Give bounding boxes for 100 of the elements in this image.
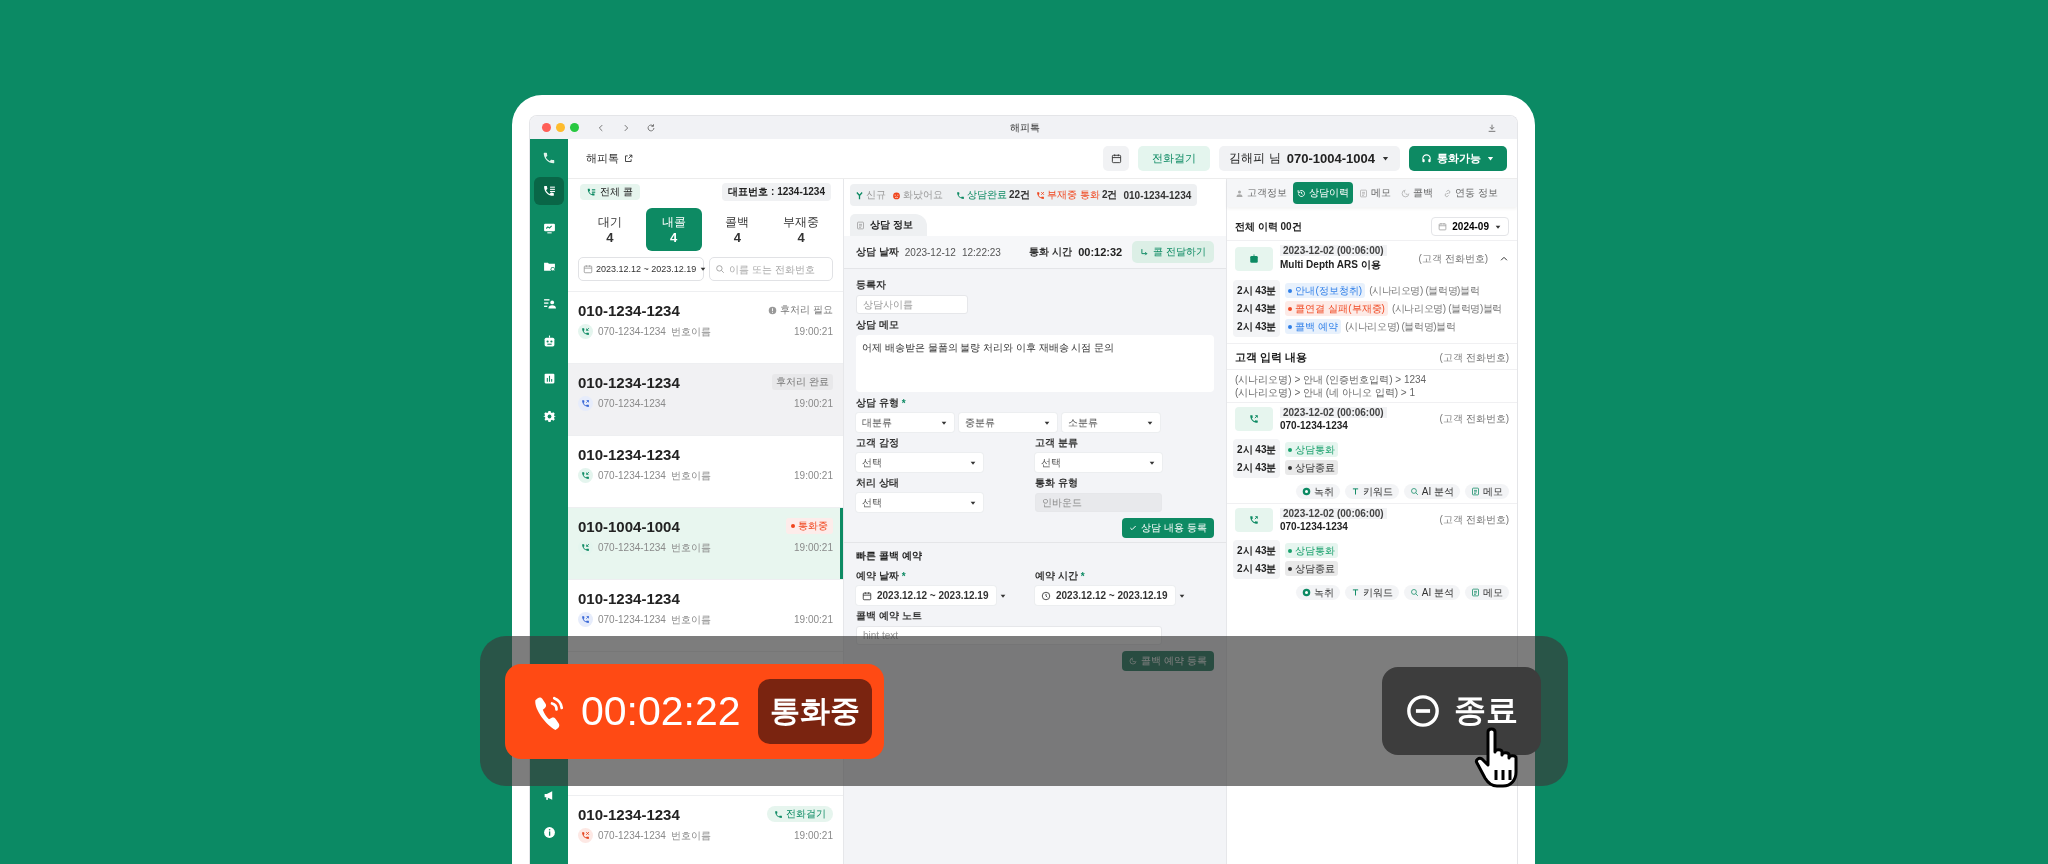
call-time: 19:00:21 (794, 542, 833, 553)
call-time: 19:00:21 (794, 398, 833, 409)
call-list-item[interactable]: 010-1234-1234 전화걸기 070-1234-1234 번호이름 19:00:21 (568, 795, 843, 864)
select-dropdown[interactable]: 선택 (1035, 453, 1162, 472)
step-time: 2시 43분 (1237, 320, 1277, 334)
input-path: (시나리오명) > 안내 (인증번호입력) > 1234 (1235, 373, 1428, 386)
date-chip: 2023-12-02 (00:06:00) (1280, 508, 1387, 519)
tab-count: 4 (733, 229, 741, 245)
search-field[interactable]: 이름 또는 전화번호 (709, 257, 833, 281)
call-tab[interactable]: 대기 4 (582, 208, 638, 251)
action-button[interactable]: 키워드 (1344, 585, 1399, 600)
action-button[interactable]: 메모 (1465, 585, 1509, 600)
customer-phone: (고객 전화번호) (1418, 251, 1488, 266)
date-range-dropdown[interactable]: 2023.12.12 ~ 2023.12.19 (578, 257, 704, 281)
step-badge: 상담통화 (1285, 543, 1339, 558)
select-dropdown[interactable]: 선택 (856, 493, 983, 512)
tag-label: 신규 (866, 188, 886, 202)
history-count: 전체 이력 00건 (1235, 219, 1302, 234)
line-name: 번호이름 (670, 540, 711, 555)
note-field[interactable]: hint text (856, 626, 1162, 645)
step-detail: (시나리오명) (블럭명)블럭 (1345, 319, 1456, 334)
field-label: 콜백 예약 노트 (856, 609, 923, 623)
date-chip: 2023-12-02 (00:06:00) (1280, 407, 1387, 418)
browser-title: 해피톡 (1009, 120, 1040, 135)
phone-number: 010-1234-1234 (578, 301, 680, 319)
select-dropdown[interactable]: 중분류 (959, 413, 1057, 432)
action-button[interactable]: 키워드 (1344, 484, 1399, 499)
select-dropdown[interactable]: 소분류 (1062, 413, 1160, 432)
select-dropdown[interactable]: 선택 (856, 453, 983, 472)
field-label: 등록자 (856, 278, 887, 292)
step-badge: 상담종료 (1285, 561, 1339, 576)
step-badge: 콜백 예약 (1285, 319, 1342, 334)
status-badge: 통화중 (786, 518, 833, 534)
action-button[interactable]: 메모 (1465, 484, 1509, 499)
registrant-field[interactable]: 상담사이름 (856, 295, 968, 314)
status-label: 후처리 필요 (768, 303, 833, 317)
tab-label: 콜백 (725, 214, 750, 230)
line-number: 070-1234-1234 (598, 830, 666, 841)
call-list-item[interactable]: 010-1234-1234 070-1234-1234 번호이름 19:00:21 (568, 579, 843, 651)
status-dropdown[interactable]: 통화가능 (1409, 146, 1507, 171)
call-tab[interactable]: 내콜 4 (645, 208, 702, 251)
call-list-item[interactable]: 010-1004-1004 통화중 070-1234-1234 번호이름 19:00:21 (568, 507, 843, 579)
call-tab[interactable]: 부재중 4 (773, 208, 829, 251)
end-call-button[interactable]: 종료 (1382, 667, 1541, 755)
action-button[interactable]: AI 분석 (1403, 484, 1460, 499)
call-time: 19:00:21 (794, 470, 833, 481)
month-dropdown[interactable]: 2024-09 (1431, 217, 1509, 236)
tag-label: 상담완료 (967, 188, 1007, 202)
history-tab[interactable]: 연동 정보 (1439, 182, 1502, 204)
phone-number: 010-1234-1234 (578, 589, 680, 607)
tag-count: 22건 (1009, 188, 1031, 202)
select-dropdown[interactable]: 대분류 (856, 413, 954, 432)
action-button[interactable]: 녹취 (1295, 585, 1340, 600)
history-tab[interactable]: 메모 (1355, 182, 1395, 204)
line-number: 070-1234-1234 (598, 398, 666, 409)
field-label: 상담 메모 (856, 318, 900, 332)
consult-time: 12:22:23 (961, 246, 1001, 258)
transfer-button[interactable]: 콜 전달하기 (1132, 241, 1214, 263)
consult-date: 2023-12-12 (904, 246, 956, 258)
step-badge: 상담통화 (1285, 442, 1339, 457)
field-label: 통화 시간 (1029, 245, 1073, 259)
section-title: 빠른 콜백 예약 (856, 549, 923, 563)
line-name: 번호이름 (670, 468, 711, 483)
panel-tab[interactable]: 상담 정보 (850, 214, 927, 236)
entry-title: 070-1234-1234 (1280, 420, 1348, 431)
step-time: 2시 43분 (1237, 443, 1277, 457)
call-timer: 00:02:22 (581, 687, 741, 735)
required-mark: * (901, 397, 906, 409)
history-tab[interactable]: 고객정보 (1231, 182, 1291, 204)
call-back-button[interactable]: 전화걸기 (767, 806, 833, 822)
memo-field[interactable]: 어제 배송받은 물품의 불량 처리와 이후 재배송 시점 문의 (856, 335, 1214, 392)
tab-label: 대기 (597, 214, 622, 230)
action-button[interactable]: 녹취 (1295, 484, 1340, 499)
field-label: 상담 날짜 (856, 245, 899, 259)
call-button[interactable]: 전화걸기 (1138, 146, 1211, 171)
tag-label: 010-1234-1234 (1123, 189, 1192, 201)
tab-count: 4 (670, 229, 678, 245)
save-button[interactable]: 상담 내용 등록 (1122, 518, 1214, 538)
call-time: 19:00:21 (794, 830, 833, 841)
call-tab[interactable]: 콜백 4 (709, 208, 766, 251)
input-path: (시나리오명) > 안내 (네 아니오 입력) > 1 (1235, 386, 1416, 399)
entry-title: 070-1234-1234 (1280, 521, 1348, 532)
tag-label: 부재중 통화 (1047, 188, 1100, 202)
line-number: 070-1234-1234 (598, 542, 666, 553)
all-calls-chip[interactable]: 전체 콜 (580, 184, 640, 200)
history-tab[interactable]: 콜백 (1397, 182, 1437, 204)
action-button[interactable]: AI 분석 (1403, 585, 1460, 600)
step-time: 2시 43분 (1237, 302, 1277, 316)
call-list-item[interactable]: 010-1234-1234 후처리 완료 070-1234-1234 19:00:21 (568, 363, 843, 435)
agent-dropdown[interactable]: 김해피 님 070-1004-1004 (1219, 146, 1400, 171)
step-time: 2시 43분 (1237, 284, 1277, 298)
call-time: 19:00:21 (794, 326, 833, 337)
tab-count: 4 (606, 229, 614, 245)
status-badge: 후처리 완료 (772, 374, 833, 390)
call-time: 19:00:21 (794, 614, 833, 625)
history-tab[interactable]: 상담이력 (1293, 182, 1353, 204)
field-label: 통화 유형 (1035, 476, 1079, 490)
phone-number: 010-1234-1234 (578, 373, 680, 391)
tab-count: 4 (797, 229, 805, 245)
field-label: 처리 상태 (856, 476, 900, 490)
